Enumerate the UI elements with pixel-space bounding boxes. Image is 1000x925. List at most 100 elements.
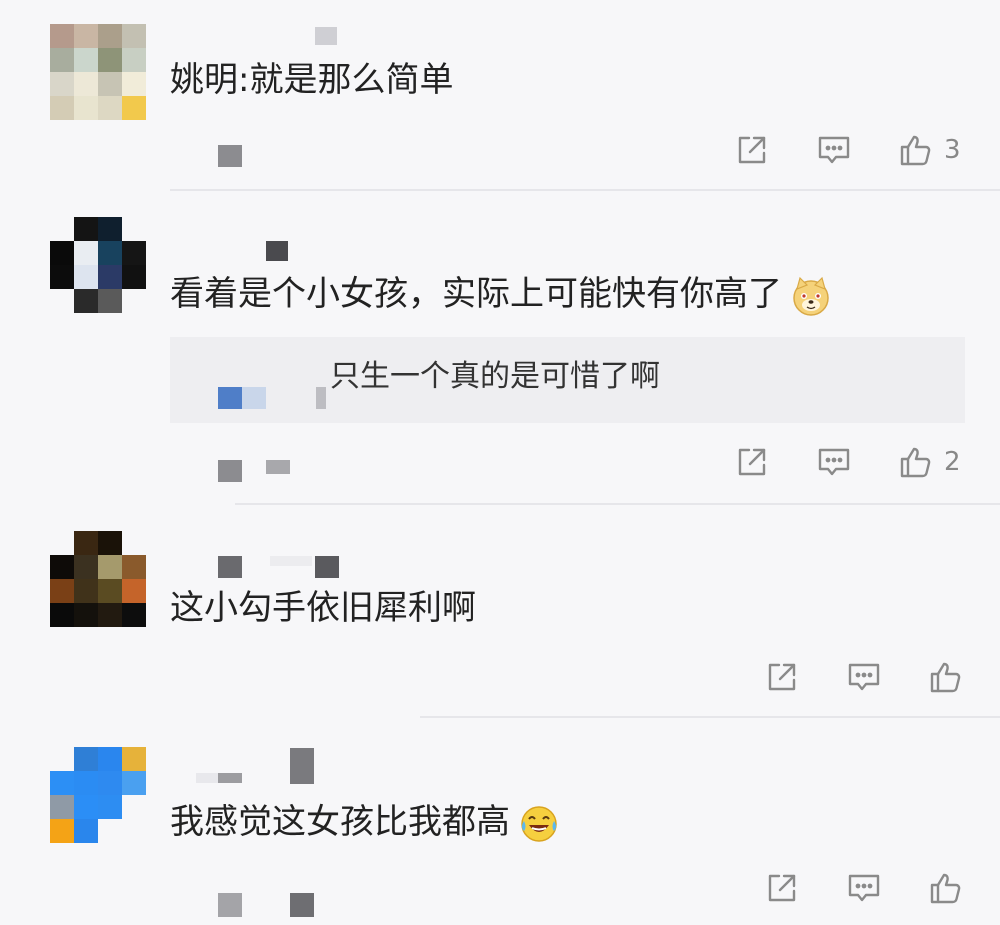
avatar-pixel bbox=[74, 771, 98, 795]
avatar[interactable] bbox=[50, 747, 146, 843]
avatar[interactable] bbox=[50, 531, 146, 627]
avatar-pixel bbox=[122, 795, 146, 819]
like-count: 2 bbox=[944, 447, 961, 477]
avatar-pixel bbox=[50, 771, 74, 795]
comment-icon bbox=[818, 136, 850, 164]
username-pixelated[interactable] bbox=[266, 241, 288, 261]
username-pixelated[interactable] bbox=[270, 556, 312, 566]
avatar-pixel bbox=[98, 72, 122, 96]
comment-feed: 姚明:就是那么简单 3 看着是个小女孩，实际上可能快有你高了 只生一个真的是可惜… bbox=[0, 0, 1000, 925]
share-button[interactable] bbox=[730, 128, 774, 172]
avatar-pixel bbox=[74, 579, 98, 603]
avatar-pixel bbox=[74, 747, 98, 771]
avatar-pixel bbox=[122, 48, 146, 72]
divider bbox=[420, 716, 1000, 718]
avatar-pixel bbox=[50, 241, 74, 265]
avatar-pixel bbox=[122, 747, 146, 771]
avatar-pixel bbox=[98, 579, 122, 603]
like-button[interactable] bbox=[924, 866, 968, 910]
avatar-pixel bbox=[50, 579, 74, 603]
comment-text-content: 我感觉这女孩比我都高 bbox=[170, 802, 510, 842]
avatar-pixel bbox=[74, 241, 98, 265]
like-button[interactable] bbox=[894, 440, 938, 484]
share-button[interactable] bbox=[760, 655, 804, 699]
avatar-pixel bbox=[122, 771, 146, 795]
comment-button[interactable] bbox=[842, 655, 886, 699]
avatar-pixel bbox=[98, 531, 122, 555]
share-button[interactable] bbox=[760, 866, 804, 910]
avatar-pixel bbox=[122, 96, 146, 120]
like-button[interactable] bbox=[894, 128, 938, 172]
avatar-pixel bbox=[122, 72, 146, 96]
timestamp-pixelated bbox=[218, 460, 242, 482]
comment-button[interactable] bbox=[842, 866, 886, 910]
timestamp-pixelated bbox=[218, 145, 242, 167]
reply-username-pixelated[interactable] bbox=[242, 387, 266, 409]
thumbs-up-icon bbox=[930, 662, 961, 693]
username-pixelated[interactable] bbox=[290, 748, 314, 784]
reply-username-pixelated[interactable] bbox=[316, 387, 326, 409]
comment-text-content: 看着是个小女孩，实际上可能快有你高了 bbox=[170, 274, 782, 314]
avatar-pixel bbox=[50, 747, 74, 771]
username-pixelated[interactable] bbox=[315, 27, 337, 45]
avatar-pixel bbox=[74, 603, 98, 627]
avatar-pixel bbox=[74, 24, 98, 48]
avatar-pixel bbox=[122, 289, 146, 313]
like-count: 3 bbox=[944, 135, 961, 165]
avatar-pixel bbox=[122, 217, 146, 241]
divider bbox=[170, 189, 1000, 191]
avatar-pixel bbox=[122, 265, 146, 289]
action-bar bbox=[760, 655, 968, 699]
reply-text: 只生一个真的是可惜了啊 bbox=[330, 359, 660, 394]
avatar-pixel bbox=[74, 819, 98, 843]
avatar-pixel bbox=[74, 289, 98, 313]
avatar-pixel bbox=[122, 603, 146, 627]
comment-text: 这小勾手依旧犀利啊 bbox=[170, 588, 476, 628]
avatar-pixel bbox=[98, 603, 122, 627]
share-icon bbox=[738, 448, 766, 476]
comment-button[interactable] bbox=[812, 440, 856, 484]
comment-text: 我感觉这女孩比我都高 bbox=[170, 802, 560, 845]
share-icon bbox=[768, 874, 796, 902]
avatar-pixel bbox=[122, 241, 146, 265]
avatar-pixel bbox=[122, 531, 146, 555]
avatar[interactable] bbox=[50, 24, 146, 120]
username-pixelated[interactable] bbox=[315, 556, 339, 578]
avatar-pixel bbox=[98, 217, 122, 241]
username-pixelated[interactable] bbox=[196, 773, 218, 783]
reply-box[interactable]: 只生一个真的是可惜了啊 bbox=[170, 337, 965, 423]
timestamp-pixelated bbox=[266, 460, 290, 474]
action-bar: 3 bbox=[730, 128, 961, 172]
avatar-pixel bbox=[122, 24, 146, 48]
avatar-pixel bbox=[50, 48, 74, 72]
avatar-pixel bbox=[98, 24, 122, 48]
username-pixelated[interactable] bbox=[218, 773, 242, 783]
laugh-cry-emoji-icon bbox=[521, 805, 557, 842]
username-pixelated[interactable] bbox=[218, 556, 242, 578]
avatar-pixel bbox=[122, 555, 146, 579]
avatar-pixel bbox=[74, 217, 98, 241]
avatar-pixel bbox=[122, 579, 146, 603]
reply-username-pixelated[interactable] bbox=[218, 387, 242, 409]
avatar-pixel bbox=[74, 531, 98, 555]
action-bar bbox=[760, 866, 968, 910]
avatar-pixel bbox=[74, 265, 98, 289]
avatar-pixel bbox=[98, 241, 122, 265]
comment-text: 姚明:就是那么简单 bbox=[170, 60, 454, 100]
thumbs-up-icon bbox=[900, 135, 931, 166]
avatar-pixel bbox=[74, 48, 98, 72]
comment-button[interactable] bbox=[812, 128, 856, 172]
comment-icon bbox=[848, 663, 880, 691]
divider bbox=[235, 503, 1000, 505]
share-button[interactable] bbox=[730, 440, 774, 484]
avatar-pixel bbox=[98, 96, 122, 120]
share-icon bbox=[738, 136, 766, 164]
avatar-pixel bbox=[50, 96, 74, 120]
avatar-pixel bbox=[74, 555, 98, 579]
action-bar: 2 bbox=[730, 440, 961, 484]
avatar-pixel bbox=[98, 795, 122, 819]
avatar-pixel bbox=[74, 795, 98, 819]
thumbs-up-icon bbox=[930, 873, 961, 904]
avatar[interactable] bbox=[50, 217, 146, 313]
like-button[interactable] bbox=[924, 655, 968, 699]
